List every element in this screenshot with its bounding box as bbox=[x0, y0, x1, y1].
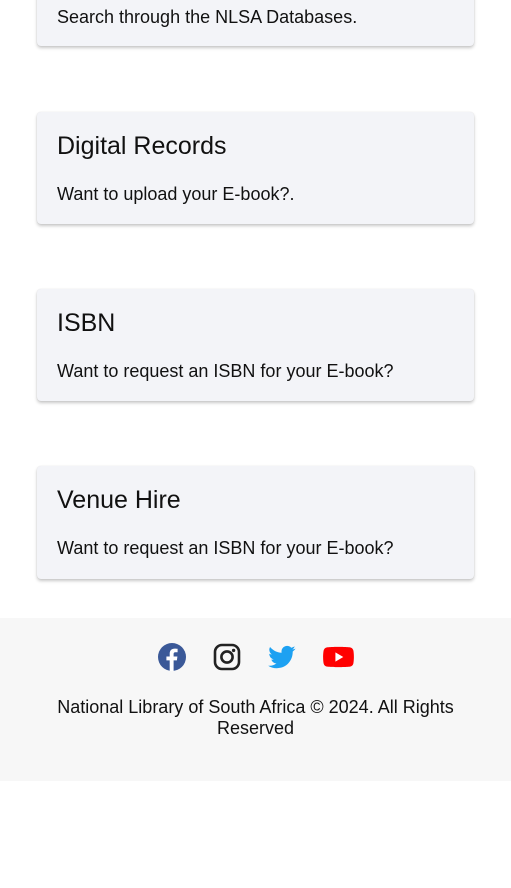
facebook-icon bbox=[157, 643, 186, 671]
card-title: Venue Hire bbox=[57, 486, 181, 514]
card-description: Want to request an ISBN for your E-book? bbox=[57, 361, 394, 381]
card-search[interactable]: Search through the NLSA Databases. bbox=[37, 0, 474, 46]
page: Search through the NLSA Databases. Digit… bbox=[0, 0, 511, 888]
twitter-link[interactable] bbox=[267, 643, 296, 671]
footer: National Library of South Africa © 2024.… bbox=[0, 618, 511, 781]
youtube-link[interactable] bbox=[322, 643, 354, 671]
instagram-link[interactable] bbox=[213, 643, 241, 671]
youtube-icon bbox=[322, 646, 354, 668]
card-title: ISBN bbox=[57, 309, 116, 337]
card-description: Want to upload your E-book?. bbox=[57, 184, 295, 204]
card-description: Search through the NLSA Databases. bbox=[57, 7, 358, 27]
card-digital-records[interactable]: Digital Records Want to upload your E-bo… bbox=[37, 112, 474, 224]
card-isbn[interactable]: ISBN Want to request an ISBN for your E-… bbox=[37, 289, 474, 401]
instagram-icon bbox=[213, 643, 240, 671]
facebook-link[interactable] bbox=[157, 643, 186, 671]
card-description: Want to request an ISBN for your E-book? bbox=[57, 538, 394, 558]
card-venue-hire[interactable]: Venue Hire Want to request an ISBN for y… bbox=[37, 466, 474, 579]
card-title: Digital Records bbox=[57, 132, 227, 160]
copyright-text: National Library of South Africa © 2024.… bbox=[57, 697, 454, 738]
twitter-icon bbox=[267, 645, 295, 669]
social-links bbox=[0, 643, 511, 671]
